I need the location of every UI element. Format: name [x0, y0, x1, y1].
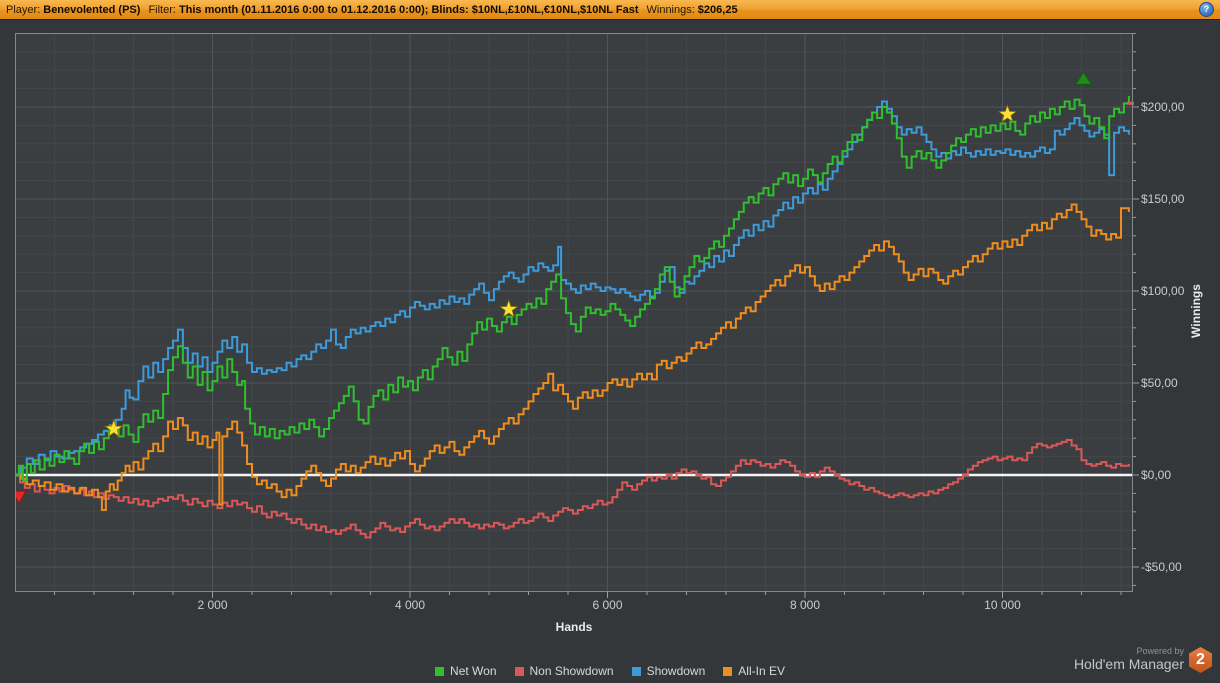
legend-item-all-in-ev[interactable]: All-In EV — [723, 664, 785, 678]
winnings-value: $206,25 — [697, 3, 738, 16]
filter-value[interactable]: This month (01.11.2016 0:00 to 01.12.201… — [179, 4, 639, 16]
legend-label: All-In EV — [738, 664, 785, 678]
hm2-logo-badge-icon: 2 — [1189, 647, 1212, 673]
help-icon[interactable]: ? — [1199, 2, 1214, 17]
brand-name-text: Hold'em Manager — [1073, 656, 1184, 672]
legend-item-non-showdown[interactable]: Non Showdown — [514, 664, 614, 678]
x-tick-label: 6 000 — [592, 598, 623, 612]
x-tick-label: 4 000 — [394, 598, 426, 612]
y-axis-title: Winnings — [1189, 284, 1203, 338]
player-label: Player: — [6, 3, 41, 16]
y-tick-label: $150,00 — [1141, 192, 1185, 206]
y-tick-label: -$50,00 — [1141, 560, 1182, 574]
x-axis-title: Hands — [555, 620, 593, 634]
y-tick-label: $200,00 — [1141, 100, 1185, 114]
winnings-label: Winnings: — [646, 3, 695, 16]
legend-label: Net Won — [450, 664, 497, 678]
y-tick-label: $100,00 — [1141, 284, 1185, 298]
y-tick-label: $0,00 — [1141, 468, 1172, 482]
filter-label: Filter: — [148, 3, 176, 16]
powered-by-text: Powered by — [1136, 646, 1184, 656]
x-tick-label: 8 000 — [789, 598, 821, 612]
y-tick-label: $50,00 — [1141, 376, 1178, 390]
legend-item-net-won[interactable]: Net Won — [435, 664, 497, 678]
player-value[interactable]: Benevolented (PS) — [43, 4, 140, 16]
winnings-chart-canvas[interactable] — [15, 33, 1141, 599]
x-tick-label: 10 000 — [984, 598, 1021, 612]
legend-label: Non Showdown — [529, 664, 614, 678]
legend-swatch-net-won — [435, 666, 445, 676]
x-tick-label: 2 000 — [197, 598, 228, 612]
legend-swatch-showdown — [631, 666, 641, 676]
legend-label: Showdown — [646, 664, 706, 678]
legend-item-showdown[interactable]: Showdown — [631, 664, 706, 678]
filter-bar: Player: Benevolented (PS) Filter: This m… — [0, 0, 1220, 20]
legend-swatch-all-in-ev — [723, 666, 733, 676]
hm2-branding: Powered by Hold'em Manager 2 — [1024, 645, 1214, 679]
legend-swatch-non-showdown — [514, 666, 524, 676]
winnings-graph-plot-area[interactable] — [15, 33, 1141, 599]
